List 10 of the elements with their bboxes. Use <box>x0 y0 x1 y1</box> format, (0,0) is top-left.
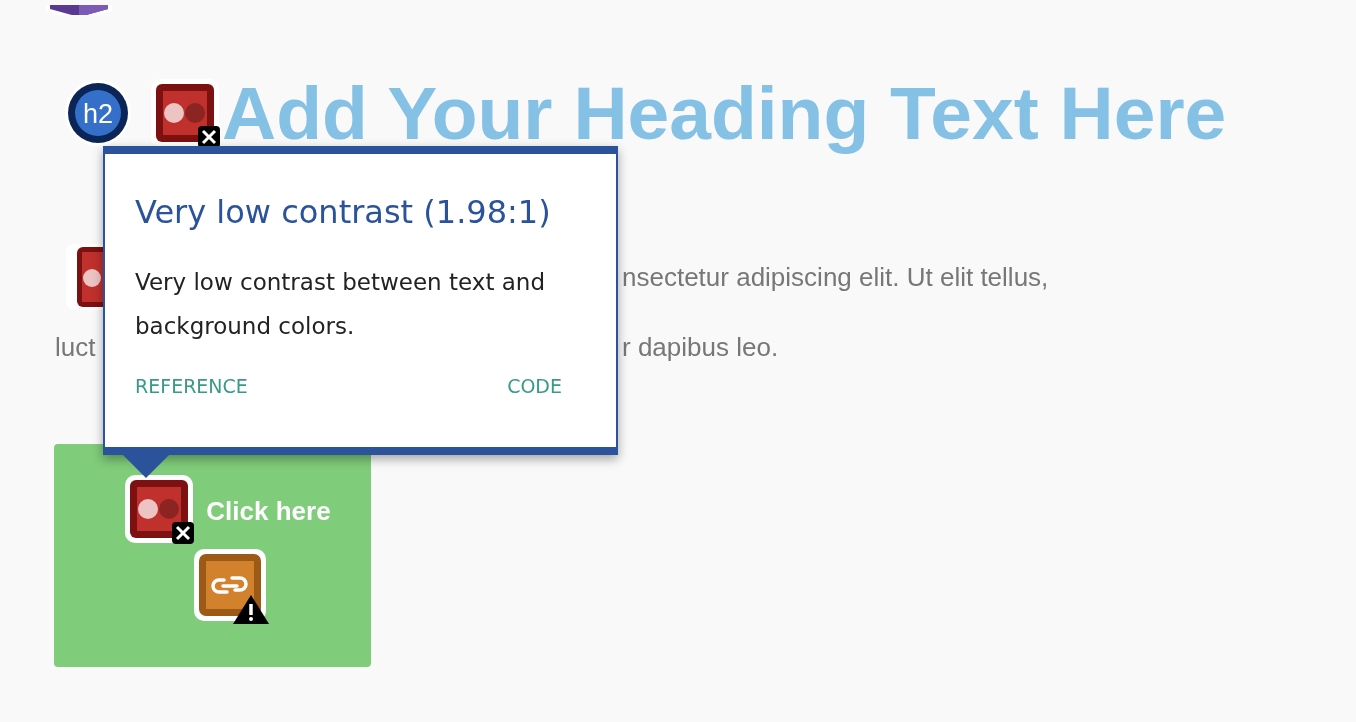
popup-link[interactable]: CODE <box>507 372 562 401</box>
popup-link[interactable]: REFERENCE <box>135 372 248 401</box>
link-warning-icon <box>192 548 269 624</box>
popup-message: Very low contrast between text and background colors. <box>135 268 546 341</box>
paragraph-text: nsectetur adipiscing elit. Ut elit tellus, <box>622 260 1049 294</box>
heading-level-badge: h2 <box>64 79 132 147</box>
popup-title: Very low contrast (1.98:1) <box>135 192 552 233</box>
button-label[interactable]: Click here <box>206 491 331 531</box>
paragraph-text: r dapibus leo. <box>622 330 779 364</box>
paragraph-text: luct <box>55 331 96 362</box>
